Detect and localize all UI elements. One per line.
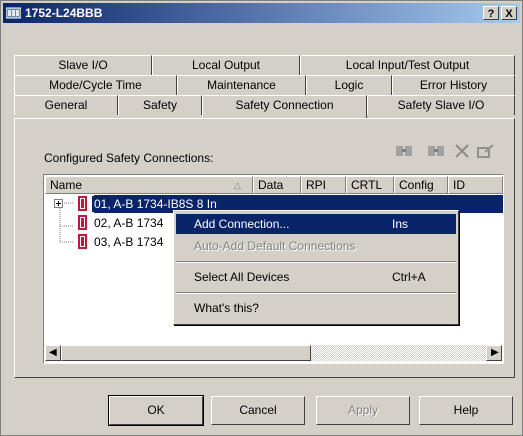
dialog-window: 1752-L24BBB ? X Slave I/O Local Output L… <box>0 0 523 436</box>
configured-connections-label: Configured Safety Connections: <box>44 151 214 165</box>
tab-mode-cycle-time[interactable]: Mode/Cycle Time <box>14 75 177 95</box>
device-row-label: 03, A-B 1734 <box>94 235 164 249</box>
apply-button[interactable]: Apply <box>316 396 410 425</box>
tab-local-output[interactable]: Local Output <box>152 55 300 75</box>
tab-safety[interactable]: Safety <box>118 95 202 115</box>
close-title-button[interactable]: X <box>501 6 517 20</box>
sort-ascending-icon: △ <box>234 180 241 190</box>
menu-separator <box>176 292 456 294</box>
connection-edit-icon[interactable] <box>395 143 413 159</box>
menu-item-auto-add-default-connections[interactable]: Auto-Add Default Connections <box>176 236 456 256</box>
delete-x-icon[interactable] <box>453 143 471 159</box>
tab-safety-connection[interactable]: Safety Connection <box>202 95 367 118</box>
column-header-id[interactable]: ID <box>448 176 503 194</box>
device-module-icon <box>78 196 87 211</box>
cancel-button[interactable]: Cancel <box>211 396 305 425</box>
arrow-right-icon: ▶ <box>491 347 499 358</box>
column-header-config[interactable]: Config <box>394 176 448 194</box>
scroll-right-button[interactable]: ▶ <box>486 345 502 361</box>
tab-local-input-test-output[interactable]: Local Input/Test Output <box>300 55 515 75</box>
horizontal-scrollbar[interactable]: ◀ ▶ <box>45 345 502 362</box>
expand-plus-icon[interactable] <box>54 199 63 208</box>
window-title: 1752-L24BBB <box>25 6 103 20</box>
context-menu: Add Connection... Ins Auto-Add Default C… <box>173 210 459 325</box>
device-module-icon <box>78 234 87 249</box>
ok-button[interactable]: OK <box>108 395 204 426</box>
tab-slave-io[interactable]: Slave I/O <box>14 55 152 75</box>
column-header-name-label: Name <box>50 178 83 192</box>
title-bar[interactable]: 1752-L24BBB ? X <box>3 3 520 23</box>
menu-item-whats-this[interactable]: What's this? <box>176 298 456 318</box>
column-header-crtl[interactable]: CRTL <box>346 176 394 194</box>
device-row-label: 02, A-B 1734 <box>94 216 164 230</box>
column-header-name[interactable]: Name △ <box>45 176 253 194</box>
column-header-data[interactable]: Data <box>253 176 301 194</box>
help-title-button[interactable]: ? <box>483 6 499 20</box>
properties-icon[interactable] <box>477 143 495 159</box>
controller-app-icon <box>6 7 21 19</box>
arrow-left-icon: ◀ <box>49 347 57 358</box>
connection-add-icon[interactable] <box>427 143 445 159</box>
menu-item-add-connection[interactable]: Add Connection... Ins <box>176 214 456 234</box>
scroll-left-button[interactable]: ◀ <box>45 345 61 361</box>
help-button[interactable]: Help <box>419 396 513 425</box>
column-header-rpi[interactable]: RPI <box>301 176 346 194</box>
device-module-icon <box>78 215 87 230</box>
menu-item-select-all-devices[interactable]: Select All Devices Ctrl+A <box>176 267 456 287</box>
tab-general[interactable]: General <box>14 95 118 115</box>
tab-safety-slave-io[interactable]: Safety Slave I/O <box>367 95 515 115</box>
tab-error-history[interactable]: Error History <box>392 75 515 95</box>
scrollbar-thumb[interactable] <box>61 345 311 361</box>
tab-maintenance[interactable]: Maintenance <box>177 75 306 95</box>
tab-logic[interactable]: Logic <box>306 75 392 95</box>
menu-separator <box>176 261 456 263</box>
